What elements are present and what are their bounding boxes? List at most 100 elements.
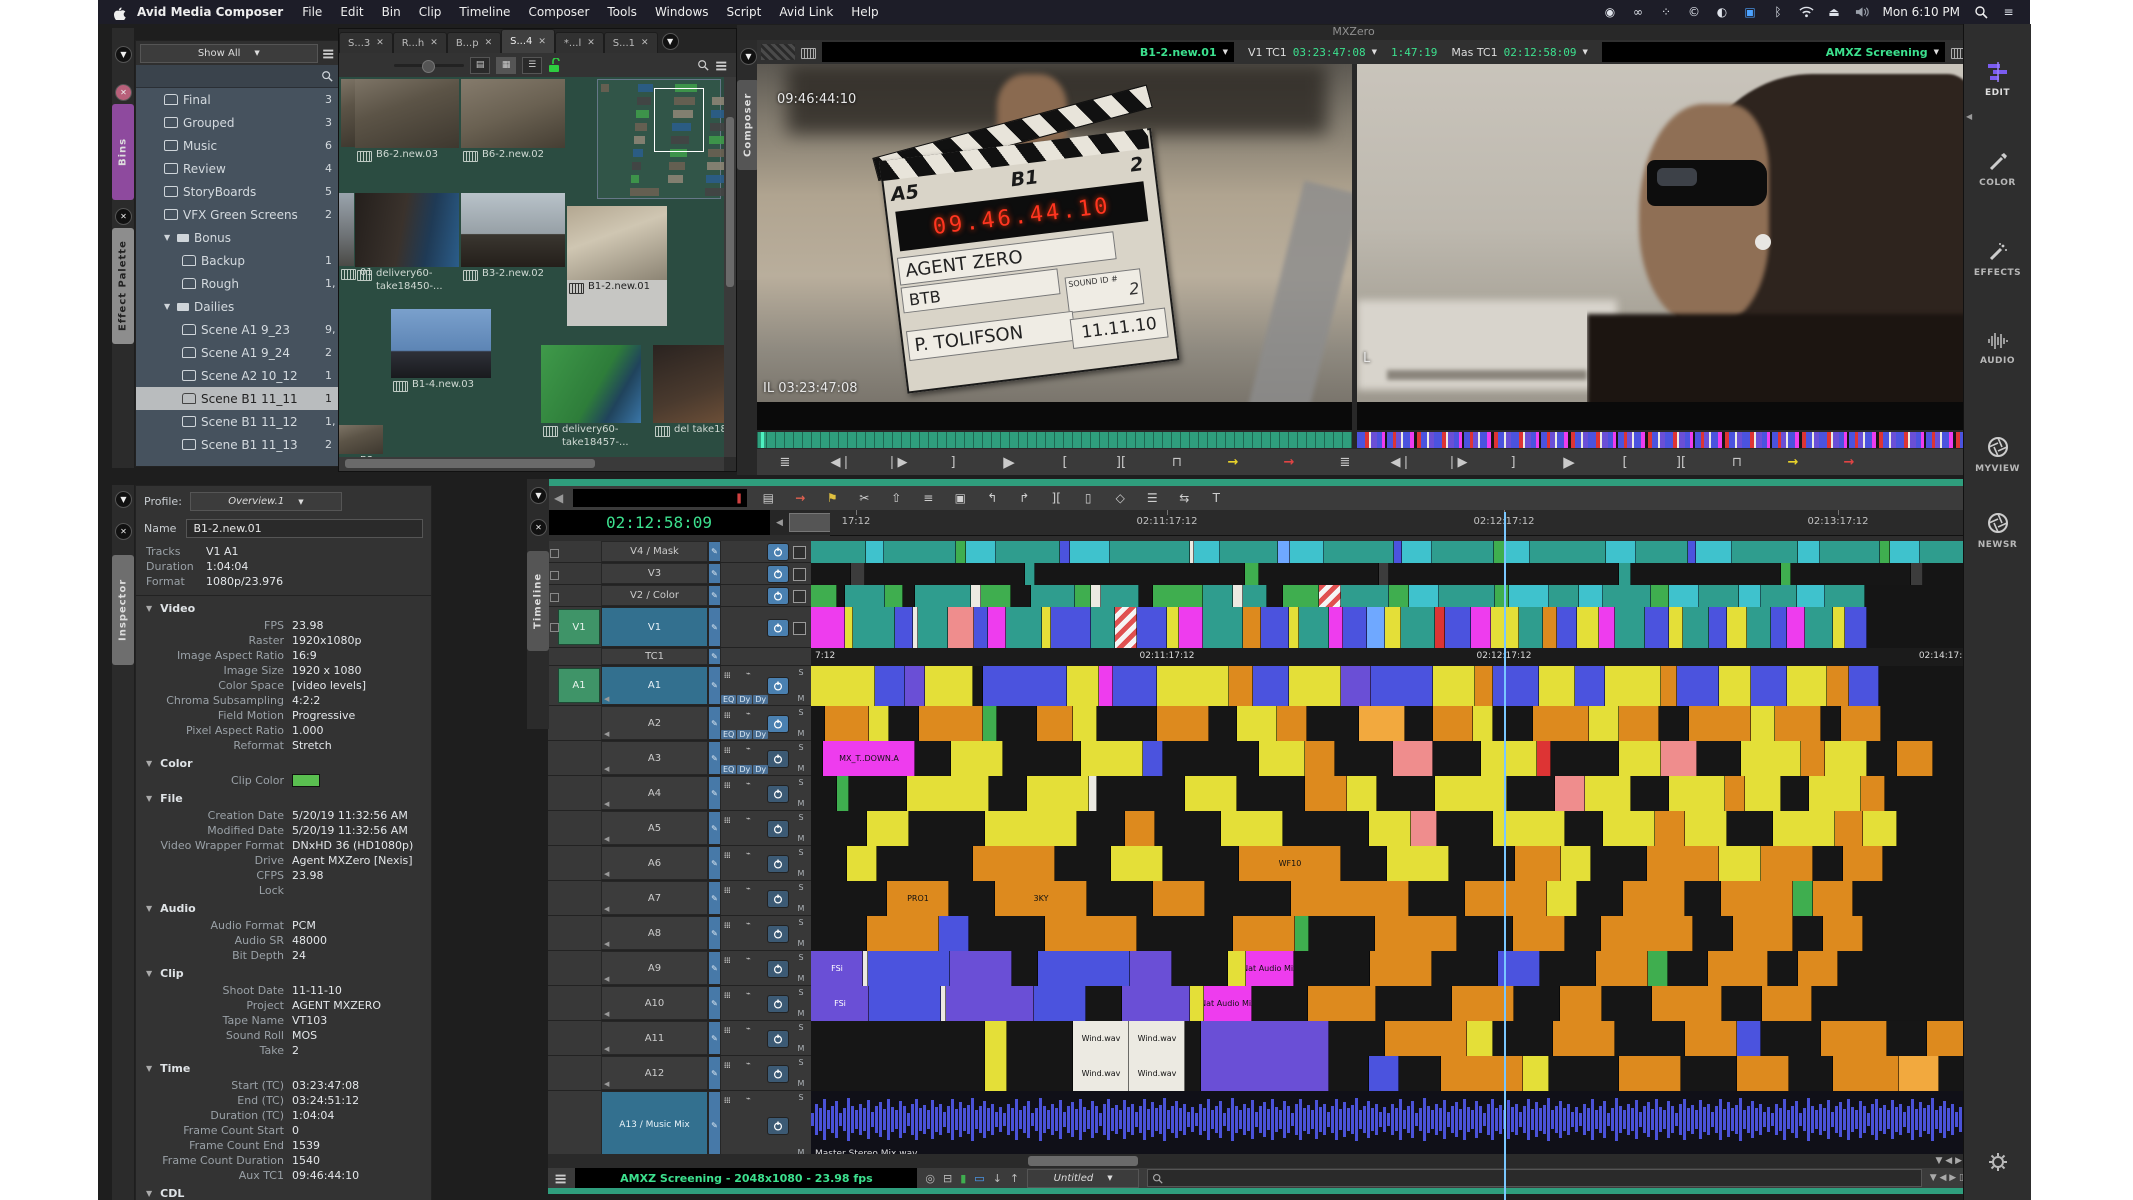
mark-out-icon[interactable]: ] <box>925 455 981 470</box>
timeline-back-icon[interactable]: ◀ <box>554 491 563 505</box>
clip-segment[interactable] <box>1781 563 1791 585</box>
bin-tab-S4[interactable]: S...4 ✕ <box>501 29 555 53</box>
clip-segment[interactable] <box>1493 666 1539 706</box>
clip-segment[interactable] <box>1295 916 1309 951</box>
menu-icon[interactable]: ≣ <box>1317 455 1373 470</box>
pen-tool-icon[interactable]: ✎ <box>708 741 721 775</box>
section-cdl[interactable]: ▼ CDL <box>136 1183 431 1200</box>
video-quality-icon[interactable]: ▮ <box>960 1172 966 1185</box>
clip-segment[interactable] <box>1045 916 1137 951</box>
film-icon[interactable]: ▤ <box>757 491 779 505</box>
clip-segment[interactable] <box>1203 607 1243 648</box>
clip-segment[interactable] <box>811 585 837 607</box>
clip-segment[interactable] <box>1445 607 1471 648</box>
track-name[interactable]: A1 ◀ <box>601 666 708 705</box>
bin-tab-S1[interactable]: S...1 ✕ <box>603 32 658 53</box>
clip-segment[interactable] <box>1601 916 1693 951</box>
waveform-icon[interactable]: ᎒᎒᎒ <box>724 744 730 756</box>
clip-segment[interactable] <box>1579 585 1603 607</box>
clip-segment[interactable] <box>1798 541 1820 563</box>
clip-segment[interactable] <box>1797 585 1825 607</box>
clip-segment[interactable] <box>1773 811 1835 846</box>
track-name[interactable]: TC1 <box>601 648 708 665</box>
track-power-button[interactable] <box>767 543 789 561</box>
clip-segment[interactable] <box>837 776 849 811</box>
monitor-box[interactable] <box>793 590 806 603</box>
clip-segment[interactable] <box>971 585 981 607</box>
workspace-effects[interactable]: EFFECTS <box>1964 242 2031 278</box>
clip-segment[interactable] <box>867 811 909 846</box>
track-name[interactable]: A13 / Music Mix <box>601 1091 708 1159</box>
section-file[interactable]: ▼ File <box>136 788 431 808</box>
waveform-icon[interactable]: ᎒᎒᎒ <box>724 1094 730 1106</box>
clip-segment[interactable] <box>1233 585 1243 607</box>
clip-segment[interactable] <box>1539 666 1575 706</box>
clip-segment[interactable] <box>1547 881 1577 916</box>
trim-left-icon[interactable]: ↰ <box>981 491 1003 505</box>
clip-segment[interactable] <box>1179 607 1203 648</box>
clip-card-delivery60take18450[interactable]: delivery60-take18450-... <box>355 193 459 313</box>
automation-icon[interactable]: ⌁ <box>746 919 751 928</box>
automation-icon[interactable]: ⌁ <box>746 1094 751 1103</box>
clip-segment[interactable] <box>1719 846 1761 881</box>
clip-segment[interactable] <box>1651 585 1669 607</box>
mark-in-icon[interactable]: [ <box>1037 455 1093 470</box>
clip-segment[interactable] <box>1519 607 1543 648</box>
waveform-icon[interactable]: ᎒᎒᎒ <box>724 814 730 826</box>
clip-NatAudioMix[interactable]: Nat Audio Mix <box>1246 951 1294 986</box>
inspector-close-icon[interactable]: ✕ <box>115 523 132 540</box>
track-name[interactable]: A4 ◀ <box>601 776 708 810</box>
clip-segment[interactable] <box>1201 1056 1329 1091</box>
clip-segment[interactable] <box>1537 741 1551 776</box>
clip-segment[interactable] <box>1101 585 1139 607</box>
clip-segment[interactable] <box>1655 811 1685 846</box>
clip-segment[interactable] <box>1833 1056 1899 1091</box>
fx-chip-dy[interactable]: Dy <box>753 730 769 739</box>
clip-segment[interactable] <box>981 585 1011 607</box>
copyright-icon[interactable]: © <box>1687 5 1702 20</box>
clip-segment[interactable] <box>1157 706 1209 741</box>
automation-icon[interactable]: ⌁ <box>746 884 751 893</box>
clip-segment[interactable] <box>950 951 1012 986</box>
timeline-ruler[interactable]: 17:1202:11:17:1202:12:17:1202:13:17:12 <box>830 510 1970 536</box>
bin-tab-close-icon[interactable]: ✕ <box>485 38 493 48</box>
pen-tool-icon[interactable]: ✎ <box>708 648 721 665</box>
menu-item-clip[interactable]: Clip <box>419 5 442 19</box>
clip-segment[interactable] <box>1533 706 1589 741</box>
clip-segment[interactable] <box>884 541 956 563</box>
clip-segment[interactable] <box>1243 607 1261 648</box>
pen-tool-icon[interactable]: ✎ <box>708 563 721 584</box>
wifi-icon[interactable] <box>1798 5 1814 20</box>
clip-segment[interactable] <box>1606 541 1636 563</box>
bin-row-rough[interactable]: Rough 1, <box>136 272 339 295</box>
clip-segment[interactable] <box>1099 666 1113 706</box>
menu-item-help[interactable]: Help <box>851 5 878 19</box>
fx-chip-eq[interactable]: EQ <box>721 730 737 739</box>
clip-card-B62new03[interactable]: B6-2.new.03 <box>355 79 459 191</box>
pen-tool-icon[interactable]: ✎ <box>708 811 721 845</box>
clip-segment[interactable] <box>1897 741 1933 776</box>
solo-mute-column[interactable]: SM <box>791 811 811 845</box>
clip-segment[interactable] <box>1739 585 1761 607</box>
clip-segment[interactable] <box>869 986 941 1021</box>
section-disclosure-icon[interactable]: ▼ <box>146 969 152 978</box>
track-name[interactable]: A6 ◀ <box>601 846 708 880</box>
clip-segment[interactable] <box>1647 846 1719 881</box>
script-view-button[interactable]: ☰ <box>522 56 543 74</box>
workspace-audio[interactable]: AUDIO <box>1964 332 2031 366</box>
clip-segment[interactable] <box>845 607 853 648</box>
clip-segment[interactable] <box>1435 776 1507 811</box>
globe-icon[interactable]: ◐ <box>1715 5 1730 20</box>
clip-segment[interactable] <box>1167 607 1179 648</box>
pen-tool-icon[interactable]: ✎ <box>708 776 721 810</box>
avid-icon[interactable]: ◉ <box>1603 5 1618 20</box>
bin-row-scene-a2-10_12[interactable]: Scene A2 10_12 1 <box>136 364 339 387</box>
track-power-button[interactable] <box>767 749 789 768</box>
track-name[interactable]: A9 ◀ <box>601 951 708 985</box>
automation-icon[interactable]: ⌁ <box>746 989 751 998</box>
clip-segment[interactable] <box>1645 607 1669 648</box>
sync-lock-icon[interactable]: ◀ <box>604 835 609 843</box>
bin-row-final[interactable]: Final 3 <box>136 88 339 111</box>
trim-right-icon[interactable]: ↱ <box>1013 491 1035 505</box>
clip-segment[interactable] <box>1432 541 1494 563</box>
